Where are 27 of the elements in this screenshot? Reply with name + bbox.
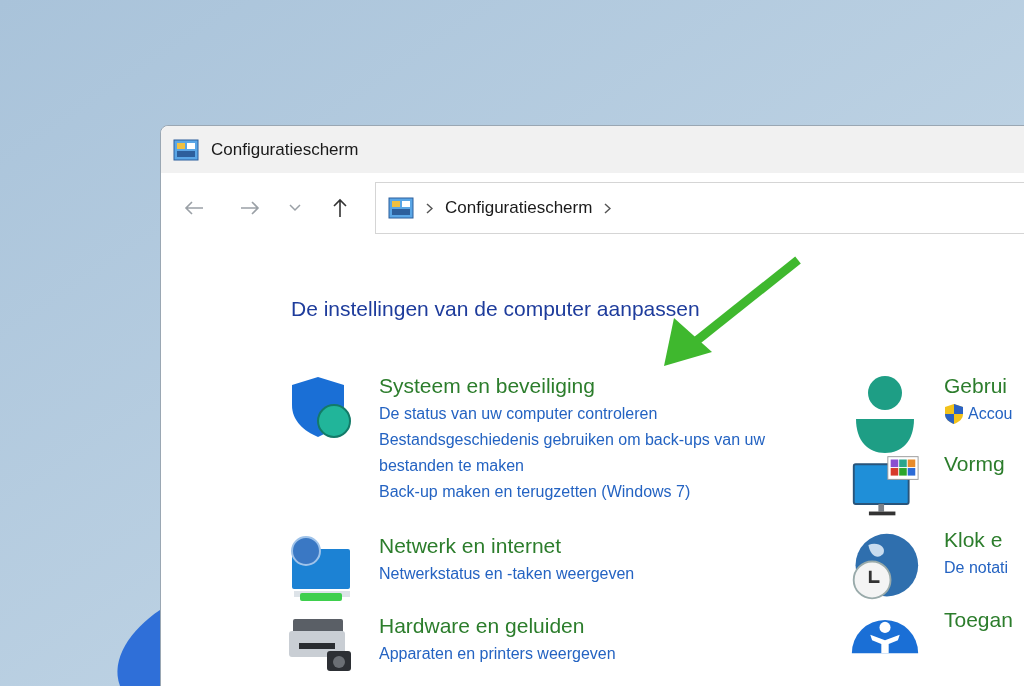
category-link[interactable]: Bestandsgeschiedenis gebruiken om back-ups van uw bestanden te maken bbox=[379, 426, 789, 479]
control-panel-icon bbox=[173, 138, 199, 161]
category-link[interactable]: Back-up maken en terugzetten (Windows 7) bbox=[379, 478, 789, 505]
control-panel-icon bbox=[388, 197, 414, 219]
up-arrow-icon bbox=[332, 198, 348, 218]
category-link[interactable]: Netwerkstatus en -taken weergeven bbox=[379, 560, 789, 587]
category-title[interactable]: Gebrui bbox=[944, 370, 1008, 401]
forward-arrow-icon bbox=[240, 200, 260, 216]
category-title[interactable]: Klok e bbox=[944, 524, 1003, 555]
chevron-down-icon bbox=[289, 204, 301, 212]
category-link[interactable]: Apparaten en printers weergeven bbox=[379, 640, 789, 667]
address-bar[interactable]: Configuratiescherm bbox=[375, 182, 1024, 234]
category-link[interactable]: Accou bbox=[968, 400, 1013, 427]
page-heading: De instellingen van de computer aanpassen bbox=[291, 296, 701, 322]
category-link[interactable]: De notati bbox=[944, 554, 1009, 581]
chevron-right-icon bbox=[426, 202, 433, 214]
back-arrow-icon bbox=[184, 200, 204, 216]
breadcrumb-item[interactable]: Configuratiescherm bbox=[445, 195, 593, 221]
category-title[interactable]: Toegan bbox=[944, 604, 1013, 635]
window-title: Configuratiescherm bbox=[211, 138, 359, 161]
category-title[interactable]: Vormg bbox=[944, 448, 1005, 479]
category-title[interactable]: Hardware en geluiden bbox=[379, 610, 585, 641]
category-title[interactable]: Netwerk en internet bbox=[379, 530, 562, 561]
uac-shield-icon bbox=[944, 402, 964, 425]
category-link[interactable]: De status van uw computer controleren bbox=[379, 400, 789, 427]
category-title[interactable]: Systeem en beveiliging bbox=[379, 370, 595, 401]
chevron-right-icon bbox=[604, 202, 612, 214]
